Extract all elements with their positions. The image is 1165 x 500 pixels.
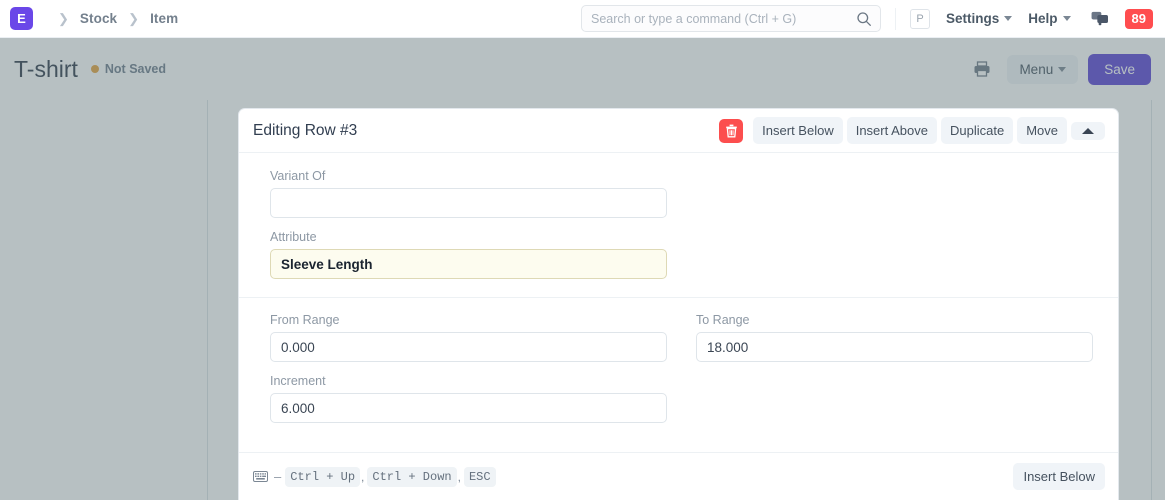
form-grid-range: From Range Increment To Range: [270, 313, 1087, 423]
from-range-label: From Range: [270, 313, 667, 327]
chevron-down-icon: [1063, 16, 1071, 21]
search-icon[interactable]: [856, 11, 872, 27]
variant-of-label: Variant Of: [270, 169, 667, 183]
search-input[interactable]: [591, 12, 852, 26]
editing-row-title: Editing Row #3: [253, 122, 357, 140]
range-column-left: From Range Increment: [270, 313, 667, 423]
range-column-right: To Range: [696, 313, 1093, 423]
trash-icon: [725, 124, 738, 138]
breadcrumb: ❯ Stock ❯ Item: [47, 11, 178, 26]
keyboard-shortcut-hint: – Ctrl + Up , Ctrl + Down , ESC: [253, 467, 496, 487]
app-root: E ❯ Stock ❯ Item P Settings Help: [0, 0, 1165, 500]
attribute-input[interactable]: [270, 249, 667, 279]
shortcut-ctrl-down: Ctrl + Down: [367, 467, 456, 487]
form-section-identity: Variant Of Attribute: [239, 153, 1118, 298]
to-range-label: To Range: [696, 313, 1093, 327]
hint-dash: –: [274, 469, 281, 484]
editing-row-header: Editing Row #3 Insert Below Insert Above…: [239, 109, 1118, 153]
settings-label: Settings: [946, 11, 999, 26]
chevron-up-icon: [1082, 128, 1094, 134]
from-range-input[interactable]: [270, 332, 667, 362]
insert-below-button[interactable]: Insert Below: [753, 117, 843, 144]
move-button[interactable]: Move: [1017, 117, 1067, 144]
field-attribute: Attribute: [270, 230, 667, 279]
notification-badge[interactable]: 89: [1125, 9, 1153, 29]
app-logo[interactable]: E: [10, 7, 33, 30]
form-column-left: Variant Of Attribute: [270, 169, 667, 279]
increment-input[interactable]: [270, 393, 667, 423]
shortcut-esc: ESC: [464, 467, 496, 487]
to-range-input[interactable]: [696, 332, 1093, 362]
attribute-label: Attribute: [270, 230, 667, 244]
help-label: Help: [1028, 11, 1057, 26]
breadcrumb-item-stock[interactable]: Stock: [80, 11, 117, 26]
footer-insert-below-button[interactable]: Insert Below: [1013, 463, 1105, 490]
chevron-right-icon: ❯: [128, 12, 139, 25]
top-navbar: E ❯ Stock ❯ Item P Settings Help: [0, 0, 1165, 38]
field-increment: Increment: [270, 374, 667, 423]
settings-menu[interactable]: Settings: [946, 11, 1012, 26]
form-column-right: [696, 169, 1093, 279]
navbar-divider: [895, 8, 896, 30]
chevron-down-icon: [1004, 16, 1012, 21]
chevron-right-icon: ❯: [58, 12, 69, 25]
chat-bubbles-icon[interactable]: [1091, 11, 1109, 27]
form-grid-top: Variant Of Attribute: [270, 169, 1087, 279]
keyboard-icon: [253, 471, 268, 482]
delete-row-button[interactable]: [719, 119, 743, 143]
variant-of-input[interactable]: [270, 188, 667, 218]
field-to-range: To Range: [696, 313, 1093, 362]
collapse-row-button[interactable]: [1071, 122, 1105, 140]
insert-above-button[interactable]: Insert Above: [847, 117, 937, 144]
field-from-range: From Range: [270, 313, 667, 362]
avatar[interactable]: P: [910, 9, 930, 29]
shortcut-ctrl-up: Ctrl + Up: [285, 467, 360, 487]
shortcut-separator: ,: [361, 470, 364, 484]
duplicate-button[interactable]: Duplicate: [941, 117, 1013, 144]
search-box[interactable]: [581, 5, 881, 32]
help-menu[interactable]: Help: [1028, 11, 1070, 26]
form-section-range: From Range Increment To Range: [239, 298, 1118, 441]
breadcrumb-item-item[interactable]: Item: [150, 11, 178, 26]
shortcut-separator: ,: [458, 470, 461, 484]
editing-row-card: Editing Row #3 Insert Below Insert Above…: [238, 108, 1119, 500]
increment-label: Increment: [270, 374, 667, 388]
editing-row-footer: – Ctrl + Up , Ctrl + Down , ESC Insert B…: [239, 452, 1118, 500]
field-variant-of: Variant Of: [270, 169, 667, 218]
